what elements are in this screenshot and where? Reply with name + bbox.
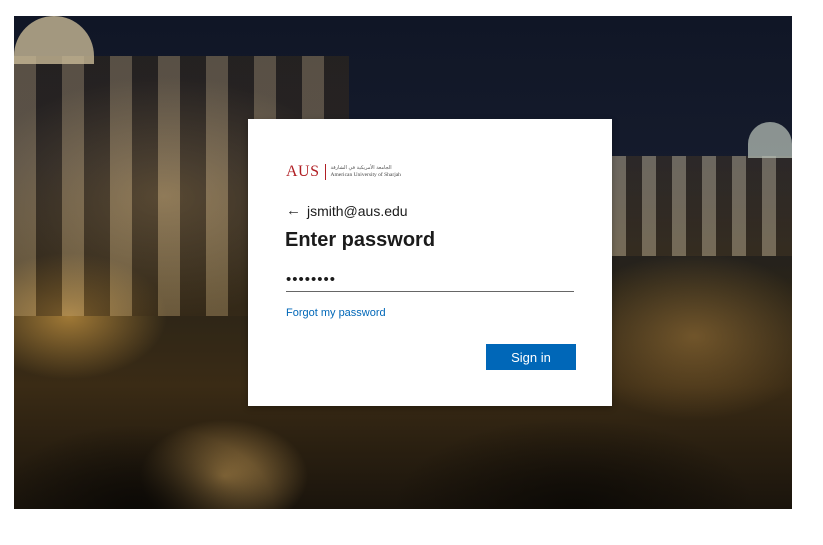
sign-in-button[interactable]: Sign in [486, 344, 576, 370]
back-arrow-icon[interactable]: ← [286, 202, 301, 219]
campus-building-right [612, 156, 792, 256]
forgot-password-link[interactable]: Forgot my password [286, 307, 386, 319]
logo-english-name: American University of Sharjah [330, 172, 401, 178]
aus-logo: AUS الجامعة الأمريكية في الشارقة America… [286, 162, 401, 182]
logo-divider [324, 164, 326, 180]
logo-abbreviation: AUS [286, 163, 320, 180]
password-field[interactable] [286, 267, 574, 292]
page-title: Enter password [285, 229, 436, 251]
logo-arabic-name: الجامعة الأمريكية في الشارقة [330, 165, 392, 171]
dome-right [748, 122, 792, 158]
dome-left [14, 16, 94, 64]
account-identity: ← jsmith@aus.edu [286, 202, 408, 219]
logo-subtitle: الجامعة الأمريكية في الشارقة American Un… [331, 165, 401, 179]
account-email: jsmith@aus.edu [307, 202, 408, 219]
sign-in-card: AUS الجامعة الأمريكية في الشارقة America… [248, 119, 612, 406]
